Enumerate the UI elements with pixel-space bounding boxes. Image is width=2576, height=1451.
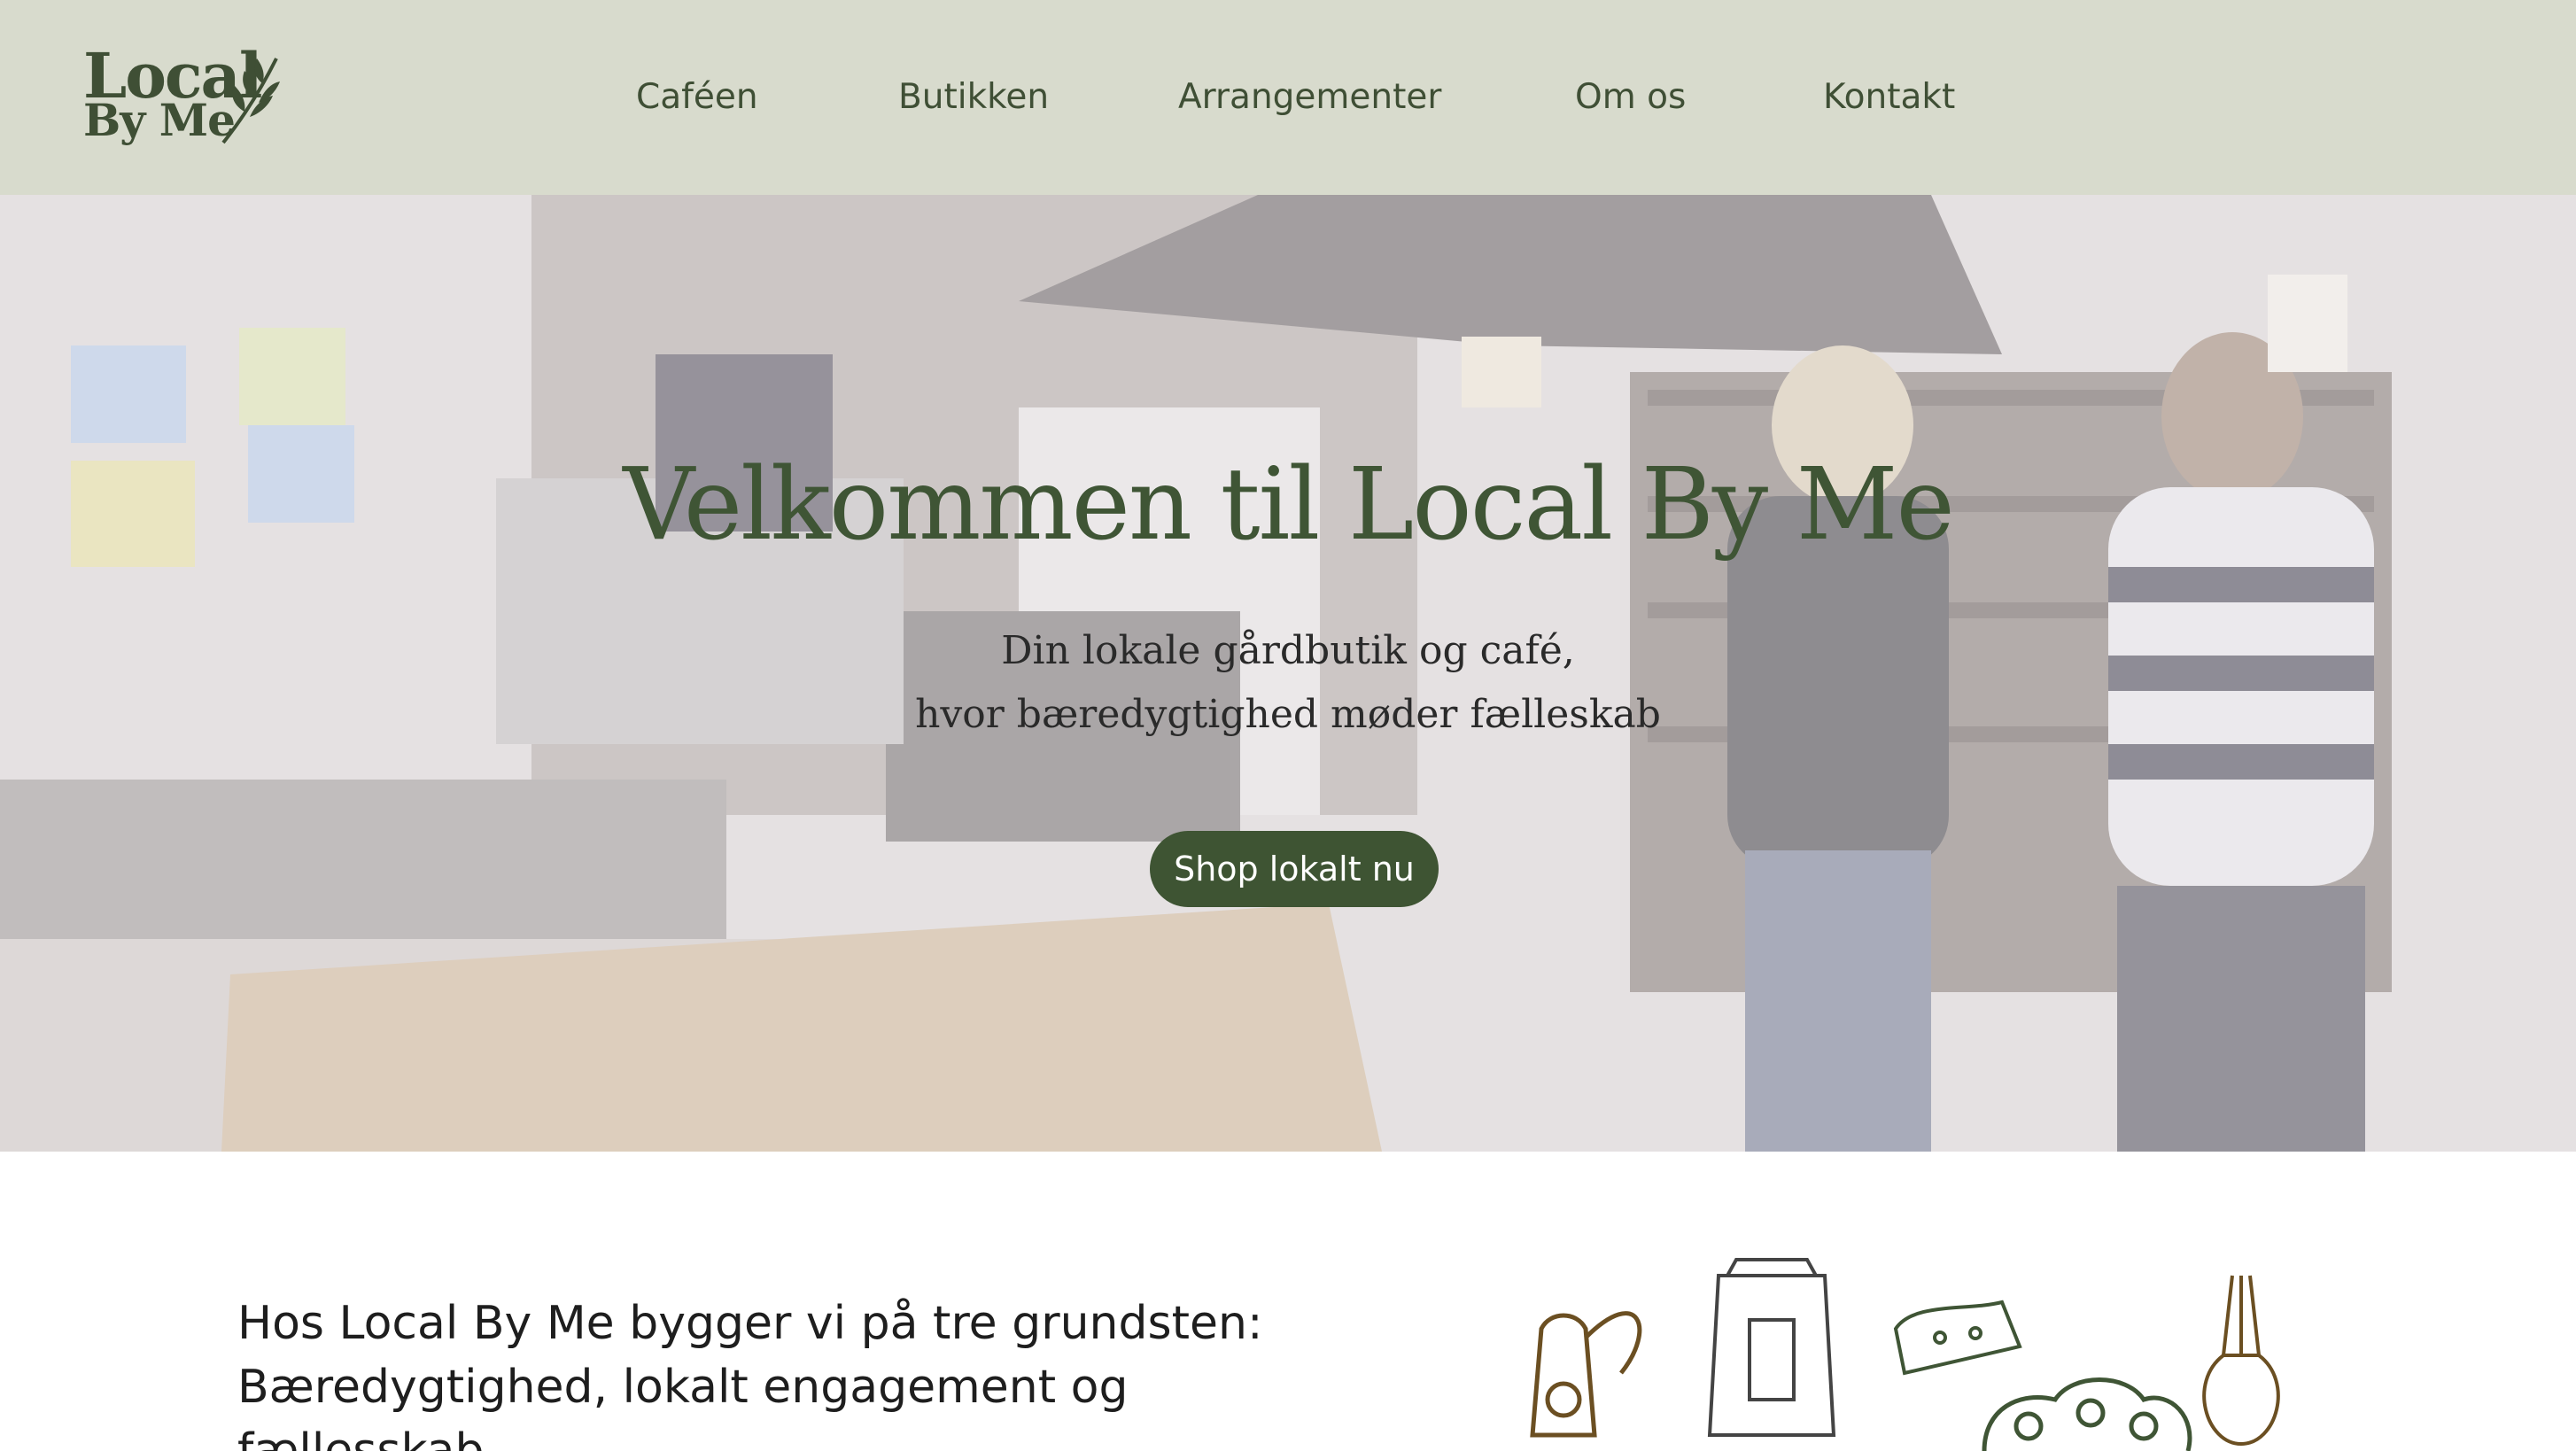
nav-om-os[interactable]: Om os bbox=[1575, 71, 1686, 124]
broccoli-icon bbox=[1982, 1377, 2192, 1451]
nav-kontakt[interactable]: Kontakt bbox=[1823, 71, 1955, 124]
hero-title: Velkommen til Local By Me bbox=[623, 447, 1955, 563]
nav-butikken[interactable]: Butikken bbox=[898, 71, 1049, 124]
cheese-icon bbox=[1893, 1300, 2022, 1376]
coffee-bag-icon bbox=[1707, 1258, 1836, 1437]
nav-arrangementer[interactable]: Arrangementer bbox=[1178, 71, 1441, 124]
site-header: Local By Me Caféen Butikken Arrangemente… bbox=[0, 0, 2576, 195]
hero-section: Velkommen til Local By Me Din lokale går… bbox=[0, 195, 2576, 1152]
nav-cafeen[interactable]: Caféen bbox=[636, 71, 758, 124]
logo-line2: By Me bbox=[83, 94, 236, 146]
logo[interactable]: Local By Me bbox=[81, 41, 285, 156]
illustration-doodles bbox=[1530, 1258, 2280, 1451]
milk-jug-icon bbox=[1530, 1311, 1642, 1438]
intro-text: Hos Local By Me bygger vi på tre grundst… bbox=[237, 1297, 1263, 1451]
hero-subtitle-line1: Din lokale gårdbutik og café, bbox=[1001, 628, 1575, 673]
onion-icon bbox=[2202, 1275, 2280, 1447]
shop-lokalt-button[interactable]: Shop lokalt nu bbox=[1150, 831, 1439, 907]
hero-subtitle-line2: hvor bæredygtighed møder fælleskab bbox=[915, 692, 1661, 737]
wheat-icon bbox=[221, 58, 280, 144]
